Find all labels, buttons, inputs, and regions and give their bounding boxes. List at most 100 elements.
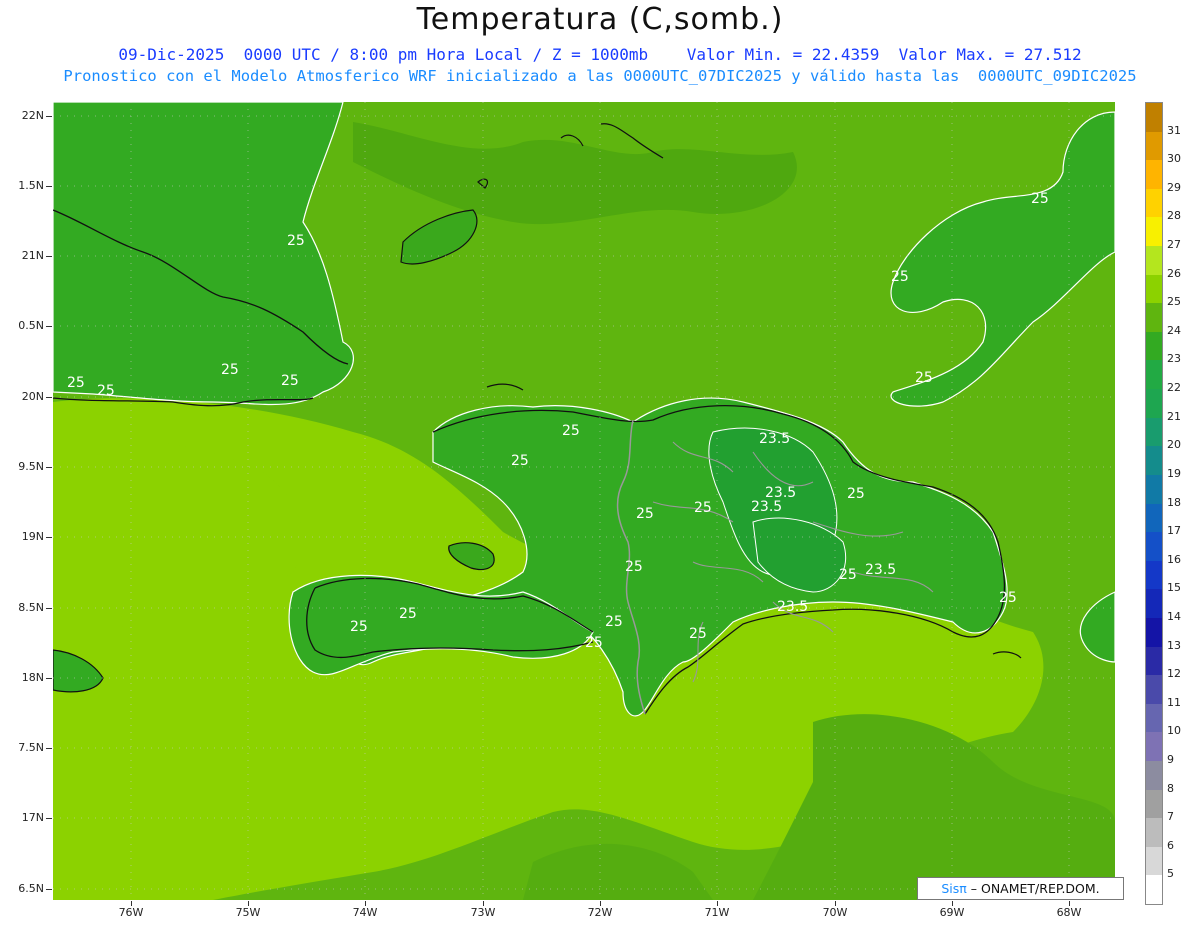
contour-label-25: 25: [625, 559, 643, 575]
color-scale-segment: [1146, 818, 1162, 848]
contour-label-25: 25: [636, 506, 654, 522]
lat-label: 1.5N: [18, 179, 44, 192]
lat-label: 9.5N: [18, 460, 44, 473]
color-scale-segment: [1146, 331, 1162, 361]
color-scale-segment: [1146, 217, 1162, 247]
color-scale-segment: [1146, 274, 1162, 304]
color-scale-label: 20: [1167, 438, 1181, 452]
color-scale-label: 17: [1167, 524, 1181, 538]
color-scale-label: 27: [1167, 238, 1181, 252]
contour-label-25: 25: [585, 635, 603, 651]
color-scale-segment: [1146, 303, 1162, 333]
model-info-line: Pronostico con el Modelo Atmosferico WRF…: [63, 67, 1137, 85]
color-scale-label: 21: [1167, 409, 1181, 423]
sis-logo-text: Sisπ: [941, 881, 967, 896]
contour-label-25: 25: [1031, 191, 1049, 207]
color-scale-segment: [1146, 160, 1162, 190]
lon-label: 73W: [470, 906, 496, 919]
color-scale-label: 24: [1167, 323, 1181, 337]
color-scale-label: 16: [1167, 552, 1181, 566]
contour-label-23.5: 23.5: [759, 431, 790, 447]
lon-label: 72W: [587, 906, 613, 919]
color-scale-segment: [1146, 589, 1162, 619]
color-scale-segment: [1146, 732, 1162, 762]
lat-tick: [46, 116, 52, 117]
color-scale-segment: [1146, 846, 1162, 876]
lon-tick: [600, 901, 601, 906]
contour-label-25: 25: [847, 486, 865, 502]
color-scale-label: 10: [1167, 724, 1181, 738]
contour-label-25: 25: [281, 373, 299, 389]
color-scale-segment: [1146, 675, 1162, 705]
lat-label: 20N: [21, 390, 44, 403]
lat-tick: [46, 467, 52, 468]
color-scale-label: 30: [1167, 152, 1181, 166]
lat-tick: [46, 397, 52, 398]
color-scale-segment: [1146, 703, 1162, 733]
color-scale-segment: [1146, 446, 1162, 476]
contour-label-25: 25: [694, 500, 712, 516]
lon-label: 69W: [939, 906, 965, 919]
lon-label: 68W: [1056, 906, 1082, 919]
color-scale-label: 11: [1167, 695, 1181, 709]
lat-tick: [46, 186, 52, 187]
contour-label-25: 25: [221, 362, 239, 378]
contour-label-25: 25: [839, 567, 857, 583]
temperature-map: 25 25 25 25 25 25 25 25 25 25 25 25 25 2…: [53, 102, 1115, 900]
color-scale-label: 8: [1167, 781, 1174, 795]
lat-tick: [46, 256, 52, 257]
color-scale-label: 23: [1167, 352, 1181, 366]
contour-label-25: 25: [605, 614, 623, 630]
lat-label: 21N: [21, 249, 44, 262]
contour-label-25: 25: [915, 370, 933, 386]
lon-tick: [717, 901, 718, 906]
contour-label-25: 25: [399, 606, 417, 622]
color-scale-label: 14: [1167, 609, 1181, 623]
color-scale-segment: [1146, 246, 1162, 276]
color-scale-label: 5: [1167, 867, 1174, 881]
color-scale-label: 18: [1167, 495, 1181, 509]
lat-label: 0.5N: [18, 319, 44, 332]
color-scale-label: 13: [1167, 638, 1181, 652]
lat-label: 8.5N: [18, 601, 44, 614]
lon-tick: [365, 901, 366, 906]
contour-label-25: 25: [287, 233, 305, 249]
color-scale-segment: [1146, 474, 1162, 504]
contour-label-23.5: 23.5: [777, 599, 808, 615]
color-scale-label: 22: [1167, 381, 1181, 395]
lat-label: 7.5N: [18, 741, 44, 754]
credit-text: – ONAMET/REP.DOM.: [966, 881, 1100, 896]
color-scale-label: 9: [1167, 752, 1174, 766]
lon-label: 70W: [822, 906, 848, 919]
lat-tick: [46, 889, 52, 890]
contour-label-25: 25: [562, 423, 580, 439]
color-scale-label: 19: [1167, 466, 1181, 480]
contour-label-25: 25: [891, 269, 909, 285]
color-scale-segment: [1146, 417, 1162, 447]
color-scale-segment: [1146, 389, 1162, 419]
color-scale-bar: [1145, 102, 1163, 905]
contour-label-25: 25: [350, 619, 368, 635]
contour-label-23.5: 23.5: [865, 562, 896, 578]
color-scale-segment: [1146, 760, 1162, 791]
lat-tick: [46, 537, 52, 538]
color-scale-label: 26: [1167, 266, 1181, 280]
contour-label-25: 25: [511, 453, 529, 469]
color-scale-segment: [1146, 789, 1162, 819]
valid-time-line: 09-Dic-2025 0000 UTC / 8:00 pm Hora Loca…: [118, 45, 1082, 64]
color-scale-segment: [1146, 360, 1162, 390]
lat-tick: [46, 678, 52, 679]
lon-tick: [131, 901, 132, 906]
lat-label: 6.5N: [18, 882, 44, 895]
color-scale-segment: [1146, 646, 1162, 676]
lon-label: 76W: [118, 906, 144, 919]
contour-label-25: 25: [689, 626, 707, 642]
color-scale-segment: [1146, 532, 1162, 562]
lat-label: 17N: [21, 811, 44, 824]
color-scale-segment: [1146, 503, 1162, 533]
cuba-landmass: [53, 102, 354, 406]
map-title: Temperatura (C,somb.): [416, 2, 784, 37]
lat-label: 18N: [21, 671, 44, 684]
lat-tick: [46, 326, 52, 327]
color-scale-label: 7: [1167, 810, 1174, 824]
